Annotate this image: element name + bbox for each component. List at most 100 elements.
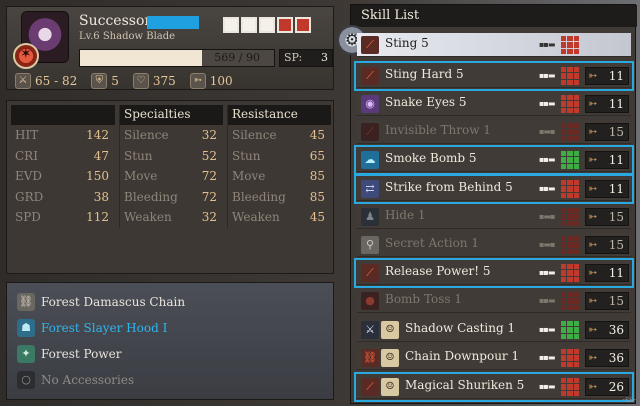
- character-class: Lv.6 Shadow Blade: [79, 31, 176, 42]
- range-dots: ▪▪▬: [539, 155, 555, 164]
- chain-icon: ⛓: [361, 349, 379, 367]
- claw-icon: ⟋: [361, 36, 379, 54]
- speed-icon: ➳: [588, 294, 598, 307]
- skill-cost: ➳ 26: [585, 378, 629, 396]
- watermark: -ss-: [622, 395, 636, 404]
- skill-row-sting-hard[interactable]: ⟋ Sting Hard 5 ▪▪▬ ➳ 11: [354, 61, 634, 91]
- equipment-panel: ⛓ Forest Damascus Chain ☗ Forest Slayer …: [6, 282, 334, 400]
- equipment-weapon[interactable]: ⛓ Forest Damascus Chain: [17, 291, 185, 313]
- party-slot-3[interactable]: [259, 17, 275, 33]
- dagger-icon: ⚔: [361, 321, 379, 339]
- base-stats-column: HIT 142 CRI 47 EVD 150 GRD 38 SPD 112: [11, 105, 115, 228]
- skill-row-release-power[interactable]: ⟋ Release Power! 5 ▪▪▬ ➳ 11: [354, 258, 634, 288]
- range-dots: ▪▪▬: [539, 353, 555, 362]
- stat-health: ♡ 375: [132, 73, 184, 89]
- speed-icon: ➳: [588, 210, 598, 223]
- stats-table-panel: HIT 142 CRI 47 EVD 150 GRD 38 SPD 112 Special…: [6, 100, 334, 274]
- speed-icon: ➳: [588, 153, 598, 166]
- specialties-header: Specialties: [120, 105, 223, 125]
- claw-icon: ⟋: [361, 67, 379, 85]
- equipment-head[interactable]: ☗ Forest Slayer Hood I: [17, 317, 167, 339]
- party-slot-1[interactable]: [223, 17, 239, 33]
- stat-attack: ⚔ 65 - 82: [15, 73, 85, 89]
- skill-cost: ➳ 15: [585, 123, 629, 141]
- speed-icon: ➳: [588, 351, 598, 364]
- range-dots: ▪▪▬: [539, 40, 555, 49]
- stat-speed: ➳ 100: [189, 73, 241, 89]
- ring-icon: ○: [17, 371, 35, 389]
- base-stats-header: [11, 105, 115, 125]
- skill-row-chain-downpour[interactable]: ⛓ ☺ Chain Downpour 1 ▪▪▬ ➳ 36: [357, 346, 631, 370]
- area-grid: [561, 151, 579, 169]
- exp-bar: 569 / 90: [79, 49, 275, 67]
- speed-icon: ➳: [588, 266, 598, 279]
- range-dots: ▪▪▬: [539, 296, 555, 305]
- speed-icon: ➳: [588, 238, 598, 251]
- party-slot-5[interactable]: [295, 17, 311, 33]
- skill-row-magical-shuriken[interactable]: ⟋ ☺ Magical Shuriken 5 ▪▪▬ ➳ 26: [354, 372, 634, 402]
- speed-icon: ➳: [588, 69, 598, 82]
- skill-row-bomb-toss[interactable]: ● Bomb Toss 1 ▪▪▬ ➳ 15: [357, 289, 631, 313]
- area-grid: [561, 180, 579, 198]
- class-emblem-icon: [13, 43, 39, 69]
- range-dots: ▪▪▬: [539, 325, 555, 334]
- equipment-accessory[interactable]: ○ No Accessories: [17, 369, 134, 391]
- range-dots: ▪▬▪: [539, 240, 555, 249]
- area-grid: [561, 378, 579, 396]
- defense-icon: ⛨: [91, 73, 108, 89]
- skill-cost: ➳ 11: [585, 95, 629, 113]
- area-grid: [561, 236, 579, 254]
- eye-icon: ◉: [361, 95, 379, 113]
- skill-row-invisible-throw[interactable]: ⟋ Invisible Throw 1 ▪▬▪ ➳ 15: [357, 120, 631, 144]
- area-grid: [561, 321, 579, 339]
- skill-points: SP: 3: [279, 49, 333, 67]
- skill-row-sting[interactable]: ⟋ Sting 5 ▪▪▬: [357, 33, 631, 57]
- portrait-icon: ☺: [381, 349, 399, 367]
- character-name: Successor: [79, 13, 152, 29]
- equipment-label: Forest Damascus Chain: [41, 295, 186, 309]
- claw-icon: ⟋: [361, 123, 379, 141]
- specialties-column: Specialties Silence 32 Stun 52 Move 72 Blee…: [119, 105, 223, 228]
- area-grid: [561, 123, 579, 141]
- speed-icon: ➳: [588, 97, 598, 110]
- skill-cost: ➳ 15: [585, 208, 629, 226]
- smoke-icon: ☁: [361, 151, 379, 169]
- area-grid: [561, 95, 579, 113]
- claw-icon: ⟋: [361, 378, 379, 396]
- hood-icon: ☗: [17, 319, 35, 337]
- skill-row-secret-action[interactable]: ⚲ Secret Action 1 ▪▬▪ ➳ 15: [357, 233, 631, 257]
- portrait-icon: ☺: [381, 321, 399, 339]
- range-dots: ▪▪▬: [539, 99, 555, 108]
- sp-label: SP:: [284, 51, 303, 64]
- skill-row-strike-from-behind[interactable]: ⇄ Strike from Behind 5 ▪▪▬ ➳ 11: [354, 174, 634, 204]
- speed-icon: ➳: [189, 73, 206, 89]
- skill-list-title: Skill List: [351, 5, 637, 27]
- skill-cost: ➳ 11: [585, 264, 629, 282]
- skill-row-shadow-casting[interactable]: ⚔ ☺ Shadow Casting 1 ▪▪▬ ➳ 36: [357, 318, 631, 342]
- skill-cost: ➳ 11: [585, 180, 629, 198]
- equipment-label: Forest Slayer Hood I: [41, 321, 168, 335]
- skill-cost: ➳ 11: [585, 151, 629, 169]
- range-dots: ▪▬▪: [539, 127, 555, 136]
- stat-defense: ⛨ 5: [91, 73, 127, 89]
- equipment-armor[interactable]: ✦ Forest Power: [17, 343, 121, 365]
- chain-icon: ⛓: [17, 293, 35, 311]
- party-indicators: [223, 17, 311, 33]
- character-panel: Successor Lv.6 Shadow Blade 569 / 90 SP:…: [6, 6, 334, 90]
- party-slot-4[interactable]: [277, 17, 293, 33]
- skill-row-snake-eyes[interactable]: ◉ Snake Eyes 5 ▪▪▬ ➳ 11: [357, 92, 631, 116]
- speed-icon: ➳: [588, 380, 598, 393]
- range-dots: ▪▪▬: [539, 268, 555, 277]
- swap-icon: ⇄: [361, 180, 379, 198]
- lock-icon: ⚲: [361, 236, 379, 254]
- equipment-label: No Accessories: [41, 373, 135, 387]
- silhouette-icon: ♟: [361, 208, 379, 226]
- skill-row-hide[interactable]: ♟ Hide 1 ▪▬▪ ➳ 15: [357, 205, 631, 229]
- skill-row-smoke-bomb[interactable]: ☁ Smoke Bomb 5 ▪▪▬ ➳ 11: [354, 145, 634, 175]
- area-grid: [561, 264, 579, 282]
- skill-cost: ➳ 15: [585, 292, 629, 310]
- area-grid: [561, 208, 579, 226]
- party-slot-2[interactable]: [241, 17, 257, 33]
- game-screen: Successor Lv.6 Shadow Blade 569 / 90 SP:…: [0, 0, 640, 406]
- name-highlight: [147, 16, 199, 29]
